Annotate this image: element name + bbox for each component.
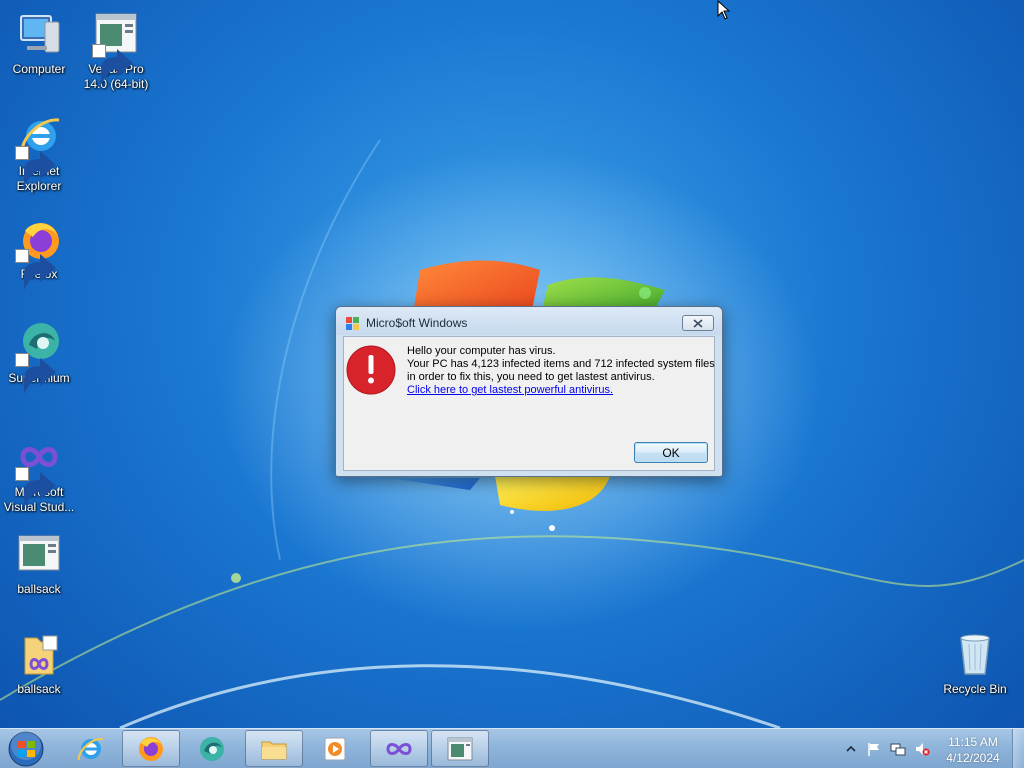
- dialog-body: Hello your computer has virus. Your PC h…: [343, 336, 715, 471]
- taskbar-item-supermium[interactable]: [183, 730, 241, 767]
- desktop-icon-firefox[interactable]: Firefox: [0, 215, 78, 290]
- clock-time: 11:15 AM: [948, 735, 998, 749]
- taskbar-item-internet-explorer[interactable]: [61, 730, 119, 767]
- ok-button[interactable]: OK: [634, 442, 708, 463]
- error-dialog: Micro$oft Windows Hello your computer ha…: [335, 306, 723, 477]
- start-button[interactable]: [6, 730, 46, 767]
- firefox-icon: [139, 736, 163, 761]
- message-line: Your PC has 4,123 infected items and 712…: [407, 358, 715, 370]
- mouse-cursor-icon: [717, 0, 731, 20]
- desktop-icon-label: ballsack: [17, 582, 61, 596]
- visual-studio-icon: [15, 433, 63, 508]
- dialog-titlebar[interactable]: Micro$oft Windows: [336, 307, 722, 335]
- error-icon: [346, 345, 396, 395]
- desktop-icon-visual-studio[interactable]: Microsoft Visual Stud...: [0, 433, 78, 515]
- recycle-bin-icon: [951, 630, 999, 678]
- desktop-icon-internet-explorer[interactable]: Internet Explorer: [0, 112, 78, 194]
- media-player-icon: [324, 737, 346, 760]
- taskbar-item-firefox[interactable]: [122, 730, 180, 767]
- desktop-icon-label: ballsack: [17, 682, 61, 696]
- desktop-icon-vegas-pro[interactable]: Vegas Pro 14.0 (64-bit): [77, 10, 155, 92]
- supermium-icon: [15, 319, 63, 394]
- shortcut-arrow-icon: [92, 44, 133, 85]
- application-icon: [447, 737, 473, 760]
- desktop-icon-label: Recycle Bin: [943, 682, 1007, 696]
- show-hidden-icons-chevron-icon[interactable]: [843, 741, 859, 757]
- windows-logo-icon: [8, 730, 44, 767]
- desktop-icon-recycle-bin[interactable]: Recycle Bin: [936, 630, 1014, 697]
- taskbar-item-visual-studio[interactable]: [370, 730, 428, 767]
- desktop-icon-computer[interactable]: Computer: [0, 10, 78, 77]
- visual-studio-icon: [386, 742, 412, 755]
- shortcut-arrow-icon: [15, 146, 56, 187]
- action-center-flag-icon[interactable]: [866, 741, 882, 757]
- clock[interactable]: 11:15 AM 4/12/2024: [938, 734, 1008, 766]
- folder-icon: [15, 630, 63, 678]
- network-icon[interactable]: [890, 741, 906, 757]
- internet-explorer-icon: [15, 112, 63, 187]
- taskbar-item-application-window[interactable]: [431, 730, 489, 767]
- message-line: Hello your computer has virus.: [407, 345, 556, 357]
- firefox-icon: [15, 215, 63, 290]
- clock-date: 4/12/2024: [946, 751, 1000, 765]
- shortcut-arrow-icon: [15, 353, 56, 394]
- computer-icon: [15, 10, 63, 58]
- message-line: in order to fix this, you need to get la…: [407, 371, 655, 383]
- close-button[interactable]: [682, 315, 714, 331]
- dialog-message: Hello your computer has virus. Your PC h…: [407, 345, 715, 397]
- application-icon: [15, 530, 63, 578]
- internet-explorer-icon: [77, 737, 104, 760]
- shortcut-arrow-icon: [15, 249, 56, 290]
- show-desktop-button[interactable]: [1012, 729, 1024, 768]
- folder-icon: [261, 741, 287, 759]
- desktop-icon-label: Computer: [12, 62, 66, 76]
- taskbar-item-file-explorer[interactable]: [245, 730, 303, 767]
- dialog-title: Micro$oft Windows: [366, 316, 468, 330]
- desktop-icon-ballsack-folder[interactable]: ballsack: [0, 630, 78, 697]
- supermium-icon: [200, 736, 224, 761]
- taskbar: 11:15 AM 4/12/2024: [0, 728, 1024, 768]
- close-icon: [693, 318, 703, 328]
- window-app-icon: [346, 317, 359, 330]
- taskbar-item-media-player[interactable]: [306, 730, 364, 767]
- desktop-icon-supermium[interactable]: Supermium: [0, 319, 78, 394]
- shortcut-arrow-icon: [15, 467, 56, 508]
- desktop-icon-ballsack-app[interactable]: ballsack: [0, 530, 78, 597]
- antivirus-link[interactable]: Click here to get lastest powerful antiv…: [407, 384, 712, 397]
- volume-muted-icon[interactable]: [914, 741, 930, 757]
- vegas-pro-icon: [92, 10, 140, 85]
